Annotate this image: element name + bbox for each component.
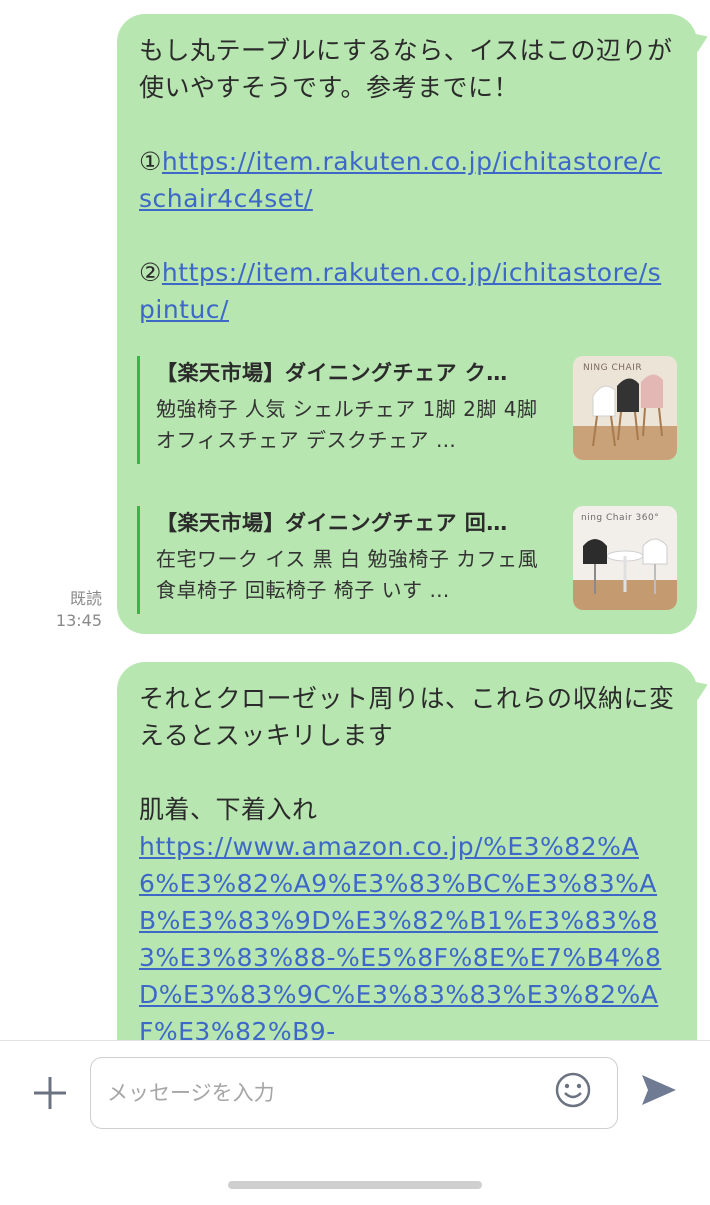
plus-icon[interactable] <box>30 1073 70 1113</box>
chair-image-icon: ning Chair 360° <box>573 506 677 610</box>
preview-description: 勉強椅子 人気 シェルチェア 1脚 2脚 4脚 オフィスチェア デスクチェア … <box>156 397 538 452</box>
rakuten-link-1[interactable]: https://item.rakuten.co.jp/ichitastore/c… <box>139 147 662 213</box>
link-preview-card[interactable]: 【楽天市場】ダイニングチェア ク… 勉強椅子 人気 シェルチェア 1脚 2脚 4… <box>137 356 677 464</box>
link-line: ①https://item.rakuten.co.jp/ichitastore/… <box>139 143 675 217</box>
message-composer: メッセージを入力 <box>0 1040 710 1205</box>
message-input[interactable]: メッセージを入力 <box>90 1057 618 1129</box>
input-placeholder: メッセージを入力 <box>107 1081 275 1105</box>
home-indicator <box>228 1181 482 1189</box>
preview-thumbnail[interactable]: ning Chair 360° <box>573 506 677 610</box>
send-icon[interactable] <box>638 1069 680 1111</box>
link-number: ② <box>139 258 162 287</box>
preview-title: 【楽天市場】ダイニングチェア ク… <box>156 361 508 385</box>
preview-title: 【楽天市場】ダイニングチェア 回… <box>156 511 508 535</box>
chat-area[interactable]: もし丸テーブルにするなら、イスはこの辺りが使いやすそうです。参考までに！ ①ht… <box>0 0 710 1040</box>
thumb-label: NING CHAIR <box>583 363 642 373</box>
thumb-label: ning Chair 360° <box>581 513 659 523</box>
preview-description: 在宅ワーク イス 黒 白 勉強椅子 カフェ風 食卓椅子 回転椅子 椅子 いす … <box>156 547 539 602</box>
message-time: 13:45 <box>55 611 102 630</box>
link-line: ②https://item.rakuten.co.jp/ichitastore/… <box>139 254 675 328</box>
chair-image-icon: NING CHAIR <box>573 356 677 460</box>
message-caption: 肌着、下着入れ <box>139 795 318 824</box>
smiley-icon[interactable] <box>553 1070 593 1110</box>
rakuten-link-2[interactable]: https://item.rakuten.co.jp/ichitastore/s… <box>139 258 661 324</box>
read-receipt: 既読 13:45 <box>52 588 102 632</box>
preview-thumbnail[interactable]: NING CHAIR <box>573 356 677 460</box>
message-bubble[interactable]: もし丸テーブルにするなら、イスはこの辺りが使いやすそうです。参考までに！ ①ht… <box>117 14 697 634</box>
link-preview-card[interactable]: 【楽天市場】ダイニングチェア 回… 在宅ワーク イス 黒 白 勉強椅子 カフェ風… <box>137 506 677 614</box>
read-label: 既読 <box>69 589 102 608</box>
message-text: それとクローゼット周りは、これらの収納に変えるとスッキリします <box>139 684 675 750</box>
message-text: もし丸テーブルにするなら、イスはこの辺りが使いやすそうです。参考までに！ <box>139 36 673 102</box>
amazon-link[interactable]: https://www.amazon.co.jp/%E3%82%A6%E3%82… <box>139 828 675 1040</box>
link-number: ① <box>139 147 162 176</box>
message-bubble[interactable]: それとクローゼット周りは、これらの収納に変えるとスッキリします 肌着、下着入れ … <box>117 662 697 1040</box>
